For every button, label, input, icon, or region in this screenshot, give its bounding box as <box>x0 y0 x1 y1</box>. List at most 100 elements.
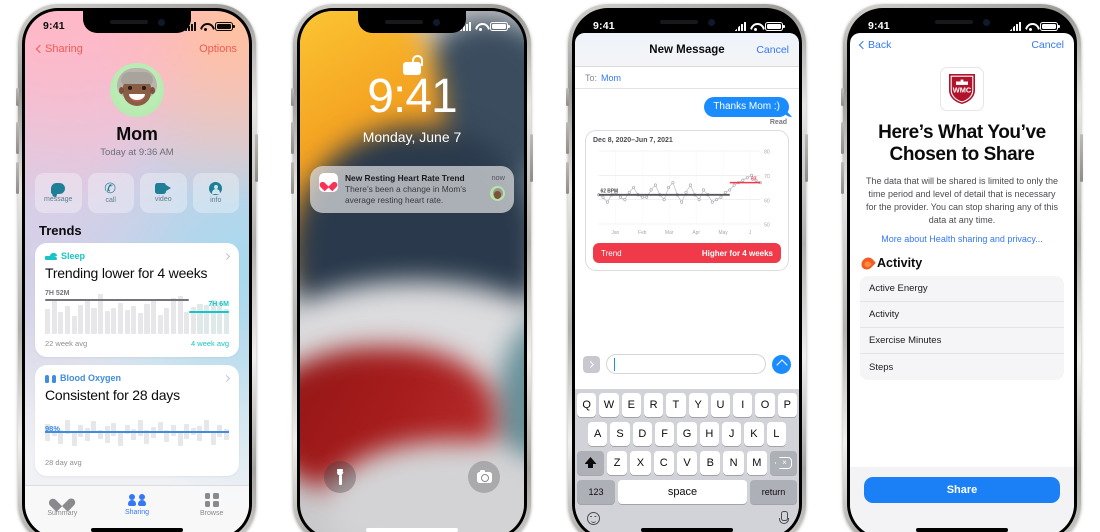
action-video[interactable]: video <box>140 173 187 213</box>
camera-button[interactable] <box>468 461 500 493</box>
tab-sharing[interactable]: Sharing <box>100 493 175 516</box>
key-w[interactable]: W <box>599 393 619 417</box>
key-z[interactable]: Z <box>607 451 628 475</box>
key-i[interactable]: I <box>733 393 753 417</box>
lock-screen-time: 9:41 <box>367 70 457 123</box>
key-c[interactable]: C <box>653 451 674 475</box>
message-bubble[interactable]: Thanks Mom :) <box>704 97 789 117</box>
key-f[interactable]: F <box>655 422 675 446</box>
page-title: Here’s What You’ve Chosen to Share <box>878 122 1046 166</box>
key-l[interactable]: L <box>766 422 786 446</box>
recipient-field[interactable]: To: Mom <box>575 67 799 89</box>
message-input[interactable] <box>606 354 766 374</box>
home-indicator[interactable] <box>91 528 183 532</box>
message-row-outgoing: Thanks Mom :) <box>585 97 789 117</box>
return-key[interactable]: return <box>750 480 797 504</box>
shift-key[interactable] <box>577 451 604 475</box>
volume-down-button[interactable] <box>291 162 294 194</box>
trend-card-blood-oxygen[interactable]: Blood Oxygen Consistent for 28 days 98% … <box>35 365 239 476</box>
tab-browse[interactable]: Browse <box>174 493 249 517</box>
trend-value: Higher for 4 weeks <box>701 248 773 258</box>
key-t[interactable]: T <box>666 393 686 417</box>
notification-banner[interactable]: New Resting Heart Rate Trend There’s bee… <box>310 166 514 213</box>
list-item[interactable]: Exercise Minutes <box>860 328 1064 355</box>
notification-title: New Resting Heart Rate Trend <box>345 173 465 183</box>
key-k[interactable]: K <box>744 422 764 446</box>
volume-up-button[interactable] <box>841 122 844 154</box>
key-v[interactable]: V <box>676 451 698 475</box>
key-g[interactable]: G <box>677 422 697 446</box>
list-item[interactable]: Active Energy <box>860 276 1064 303</box>
sleep-bar <box>104 310 110 334</box>
share-button[interactable]: Share <box>864 477 1060 503</box>
wmc-shield-logo: WMC <box>940 67 984 111</box>
numbers-key[interactable]: 123 <box>577 480 615 504</box>
app-drawer-chevron-icon[interactable] <box>583 355 600 373</box>
battery-icon <box>1040 21 1060 31</box>
key-d[interactable]: D <box>632 422 652 446</box>
tab-summary[interactable]: Summary <box>25 493 100 517</box>
volume-up-button[interactable] <box>566 122 569 154</box>
trends-list[interactable]: Sleep Trending lower for 4 weeks 7H 52M … <box>35 243 239 483</box>
key-b[interactable]: B <box>700 451 721 475</box>
key-q[interactable]: Q <box>577 393 597 417</box>
options-button[interactable]: Options <box>199 43 237 55</box>
mute-switch[interactable] <box>841 88 844 106</box>
power-button[interactable] <box>1080 134 1083 182</box>
key-u[interactable]: U <box>710 393 731 417</box>
volume-down-button[interactable] <box>566 162 569 194</box>
key-a[interactable]: A <box>588 422 608 446</box>
action-message[interactable]: message <box>35 173 82 213</box>
list-item[interactable]: Activity <box>860 302 1064 329</box>
home-indicator[interactable] <box>366 528 458 532</box>
volume-down-button[interactable] <box>16 162 19 194</box>
key-o[interactable]: O <box>755 393 775 417</box>
cancel-button[interactable]: Cancel <box>1031 39 1064 51</box>
tab-summary-label: Summary <box>47 510 78 517</box>
flashlight-button[interactable] <box>324 461 356 493</box>
key-h[interactable]: H <box>699 422 719 446</box>
key-n[interactable]: N <box>723 451 744 475</box>
key-m[interactable]: M <box>746 451 767 475</box>
volume-up-button[interactable] <box>291 122 294 154</box>
power-button[interactable] <box>255 134 258 182</box>
trend-card-sleep[interactable]: Sleep Trending lower for 4 weeks 7H 52M … <box>35 243 239 357</box>
key-y[interactable]: Y <box>688 393 708 417</box>
key-j[interactable]: J <box>721 422 742 446</box>
cancel-button[interactable]: Cancel <box>756 44 789 56</box>
volume-up-button[interactable] <box>16 122 19 154</box>
mute-switch[interactable] <box>16 88 19 106</box>
shared-health-card[interactable]: Dec 8, 2020–Jun 7, 2021 50 60 70 80 Jan Feb Ma… <box>585 130 789 271</box>
power-button[interactable] <box>530 134 533 182</box>
svg-text:Mar: Mar <box>665 230 674 236</box>
action-info[interactable]: info <box>192 173 239 213</box>
health-heart-icon <box>319 173 338 192</box>
send-button[interactable] <box>772 354 791 374</box>
mute-switch[interactable] <box>566 88 569 106</box>
key-r[interactable]: R <box>643 393 664 417</box>
sleep-highlight-label: 7H 6M <box>208 301 229 308</box>
key-e[interactable]: E <box>621 393 641 417</box>
contact-hero: Mom Today at 9:36 AM <box>25 63 249 158</box>
notch <box>83 11 191 33</box>
key-s[interactable]: S <box>610 422 630 446</box>
key-x[interactable]: X <box>630 451 651 475</box>
home-indicator[interactable] <box>641 528 733 532</box>
privacy-link[interactable]: More about Health sharing and privacy... <box>850 234 1074 244</box>
trend-category-label: Blood Oxygen <box>60 373 122 383</box>
volume-down-button[interactable] <box>841 162 844 194</box>
back-button-sharing[interactable]: Sharing <box>35 43 83 55</box>
power-button[interactable] <box>805 134 808 182</box>
home-indicator[interactable] <box>916 528 1008 532</box>
delete-key[interactable]: × <box>770 451 797 475</box>
space-key[interactable]: space <box>618 480 747 504</box>
section-header-trends: Trends <box>39 223 82 238</box>
emoji-icon[interactable] <box>587 511 600 525</box>
key-p[interactable]: P <box>777 393 797 417</box>
back-button[interactable]: Back <box>858 39 891 51</box>
microphone-icon[interactable] <box>779 511 789 525</box>
action-call[interactable]: call <box>87 173 134 213</box>
mute-switch[interactable] <box>291 88 294 106</box>
list-item[interactable]: Steps <box>860 354 1064 380</box>
page-title: New Message <box>649 43 725 56</box>
